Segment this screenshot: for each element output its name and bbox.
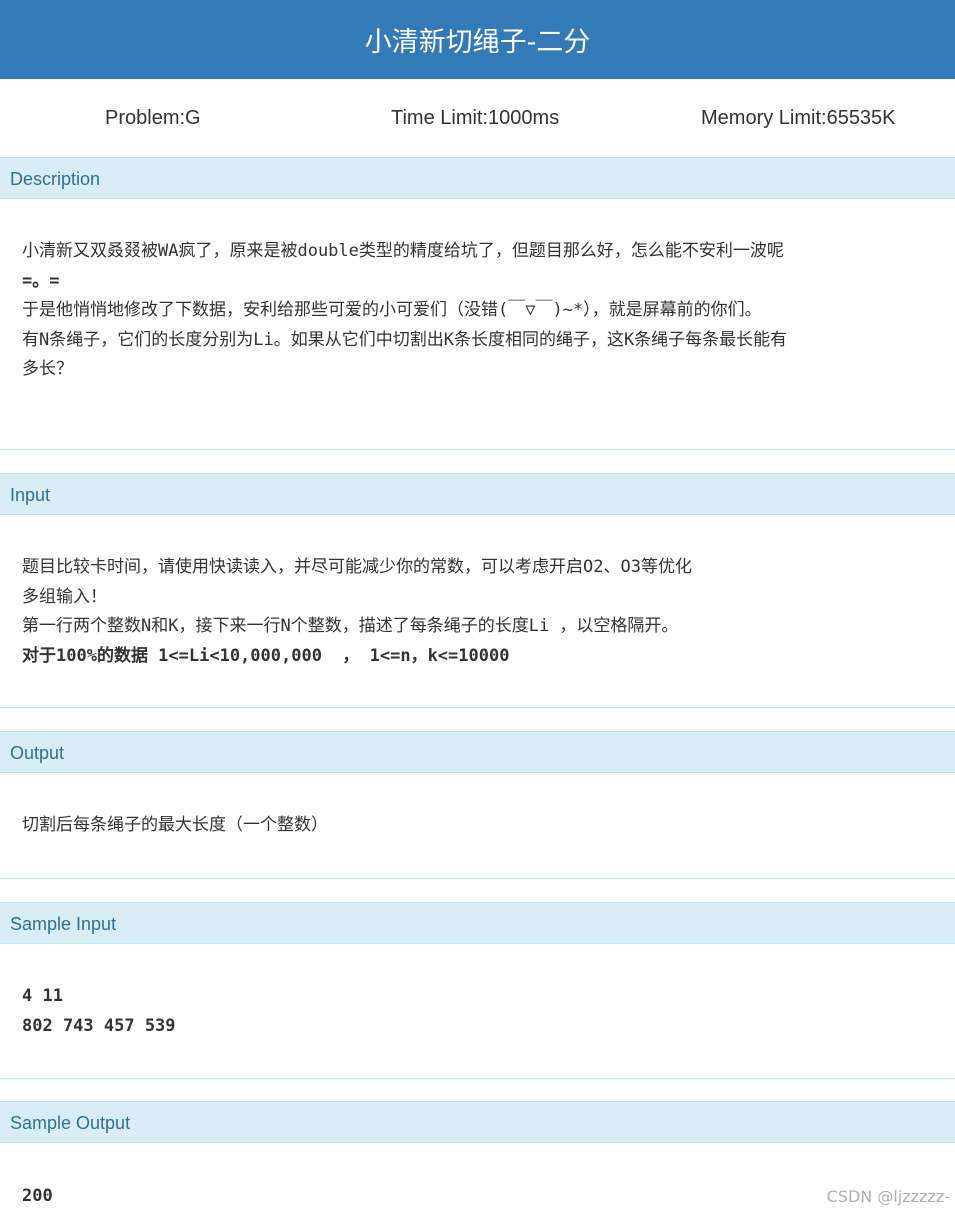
sample-input-body: 4 11 802 743 457 539 [22,982,937,1041]
page-title: 小清新切绳子-二分 [0,0,955,79]
section-divider [0,449,955,450]
watermark: CSDN @ljzzzzz- [826,1187,950,1206]
memory-limit: Memory Limit:65535K [701,107,896,129]
output-line: 切割后每条绳子的最大长度（一个整数） [22,815,328,835]
sample-output-heading: Sample Output [0,1101,955,1143]
time-limit: Time Limit:1000ms [391,107,560,129]
description-line: 多长？ [22,359,73,379]
input-body: 题目比较卡时间，请使用快读读入，并尽可能减少你的常数，可以考虑开启O2、O3等优… [22,553,937,671]
description-line: 小清新又双叒叕被WA疯了，原来是被double类型的精度给坑了，但题目那么好，怎… [22,241,784,261]
sample-input-line: 4 11 [22,986,63,1006]
section-divider [0,1078,955,1079]
output-body: 切割后每条绳子的最大长度（一个整数） [22,811,937,841]
problem-meta: Problem:G Time Limit:1000ms Memory Limit… [0,79,955,157]
section-divider [0,878,955,879]
sample-output-line: 200 [22,1186,53,1206]
description-line: 有N条绳子，它们的长度分别为Li。如果从它们中切割出K条长度相同的绳子，这K条绳… [22,329,788,350]
description-body: 小清新又双叒叕被WA疯了，原来是被double类型的精度给坑了，但题目那么好，怎… [22,237,937,385]
description-line: =。= [22,270,60,291]
sample-input-heading: Sample Input [0,902,955,944]
sample-input-line: 802 743 457 539 [22,1015,176,1036]
input-line: 对于100%的数据 1<=Li<10,000,000 ， 1<=n，k<=100… [22,645,510,666]
section-divider [0,707,955,708]
input-line: 多组输入！ [22,586,107,607]
input-line: 第一行两个整数N和K，接下来一行N个整数，描述了每条绳子的长度Li ，以空格隔开… [22,616,679,636]
input-line: 题目比较卡时间，请使用快读读入，并尽可能减少你的常数，可以考虑开启O2、O3等优… [22,557,692,577]
output-heading: Output [0,731,955,773]
input-heading: Input [0,473,955,515]
description-heading: Description [0,157,955,199]
description-line: 于是他悄悄地修改了下数据，安利给那些可爱的小可爱们（没错(￣▽￣)~*），就是屏… [22,300,762,320]
sample-output-body: 200 [22,1182,937,1212]
problem-id: Problem:G [105,107,201,129]
